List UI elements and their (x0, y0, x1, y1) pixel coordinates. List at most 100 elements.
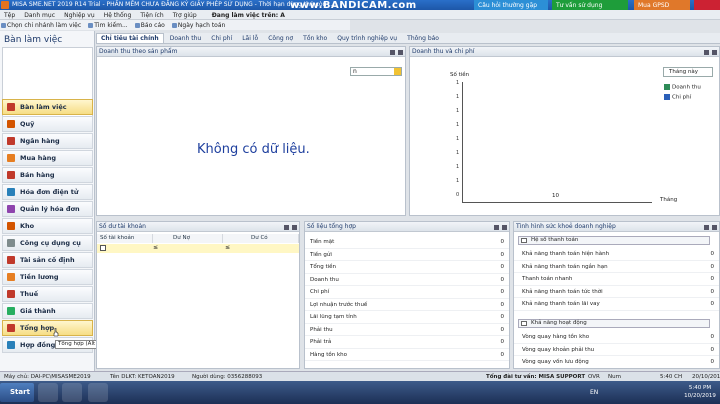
sidebar-item-bank[interactable]: Ngân hàng (2, 133, 93, 149)
row-label: Vòng quay vốn lưu động (522, 359, 589, 365)
tab-financial-indicators[interactable]: Chỉ tiêu tài chính (96, 33, 164, 43)
summary-row: Doanh thu 0 (305, 275, 509, 286)
tab-notifications[interactable]: Thông báo (403, 34, 443, 43)
choose-branch-button[interactable]: Chọn chi nhánh làm việc (0, 21, 85, 30)
section-payment-ratio[interactable]: Hệ số thanh toán (518, 236, 710, 245)
status-database: Tên DLKT: KETOAN2019 (110, 374, 175, 380)
restore-icon[interactable] (390, 50, 395, 55)
sidebar-item-label: Công cụ dụng cụ (20, 239, 81, 247)
tab-inventory[interactable]: Tồn kho (299, 34, 331, 43)
row-value: 0 (500, 314, 505, 320)
sidebar-item-label: Tổng hợp (20, 324, 55, 332)
collapse-icon[interactable] (521, 321, 527, 326)
taskbar-app-misa-icon[interactable] (38, 383, 58, 402)
status-date: 20/10/201 (692, 374, 720, 380)
tab-revenue[interactable]: Doanh thu (166, 34, 205, 43)
sidebar-item-invoice-mgmt[interactable]: Quản lý hóa đơn (2, 201, 93, 217)
taskbar-app-recorder-icon[interactable] (88, 383, 108, 402)
taskbar-app-chrome-icon[interactable] (62, 383, 82, 402)
restore-icon[interactable] (284, 225, 289, 230)
sidebar-item-payroll[interactable]: Tiền lương (2, 269, 93, 285)
calendar-icon (171, 23, 177, 28)
x-axis (462, 202, 652, 203)
sidebar-item-tools[interactable]: Công cụ dụng cụ (2, 235, 93, 251)
filter-row[interactable]: ≤ ≤ (97, 244, 299, 253)
close-icon[interactable] (502, 225, 507, 230)
start-button[interactable]: Start (0, 383, 34, 402)
posting-date-button[interactable]: Ngày hạch toán (171, 21, 229, 30)
row-value: 0 (500, 239, 505, 245)
summary-figures-panel: Số liệu tổng hợp Tiền mặt 0 Tiền gửi 0 Tổn… (304, 221, 510, 369)
language-indicator[interactable]: EN (590, 389, 598, 396)
legend-label: Doanh thu (672, 84, 701, 91)
panel-header: Số dư tài khoản (97, 222, 299, 232)
sidebar-item-sales[interactable]: Bán hàng (2, 167, 93, 183)
sidebar-item-summary[interactable]: Tổng hợp (2, 320, 93, 336)
col-credit[interactable]: Dư Có (223, 234, 299, 243)
close-icon[interactable] (292, 225, 297, 230)
menu-file[interactable]: Tệp (0, 11, 18, 19)
col-account[interactable]: Số tài khoản (97, 234, 153, 243)
menu-utilities[interactable]: Tiện ích (136, 11, 166, 19)
tab-debt[interactable]: Công nợ (264, 34, 297, 43)
restore-icon[interactable] (704, 225, 709, 230)
row-value: 0 (500, 351, 505, 358)
close-window-icon[interactable] (694, 0, 720, 10)
cost-icon (7, 307, 15, 315)
panel-title: Số dư tài khoản (99, 223, 146, 230)
tab-expense[interactable]: Chi phí (207, 34, 236, 43)
menu-catalog[interactable]: Danh mục (20, 11, 58, 19)
row-label: Khả năng thanh toán tức thời (522, 288, 603, 295)
menu-operations[interactable]: Nghiệp vụ (60, 11, 98, 19)
sidebar-item-desktop[interactable]: Bàn làm việc (2, 99, 93, 115)
tab-workflow[interactable]: Quy trình nghiệp vụ (333, 34, 401, 43)
y-tick: 1 (456, 164, 460, 170)
sidebar-item-purchase[interactable]: Mua hàng (2, 150, 93, 166)
close-icon[interactable] (712, 50, 717, 55)
posting-date-label: Ngày hạch toán (177, 22, 226, 29)
row-label: Thanh toán nhanh (522, 276, 573, 282)
restore-icon[interactable] (704, 50, 709, 55)
summary-row: Lãi lũng tạm tính 0 (305, 312, 509, 324)
y-tick: 0 (456, 192, 460, 198)
payroll-icon (7, 273, 15, 281)
sidebar-item-warehouse[interactable]: Kho (2, 218, 93, 234)
section-activity[interactable]: Khả năng hoạt động (518, 319, 710, 328)
summary-row: Tiền mặt 0 (305, 237, 509, 249)
health-row: Khả năng thanh toán ngắn hạn 0 (514, 262, 719, 273)
col-debit[interactable]: Dư Nợ (153, 234, 223, 243)
tools-icon (7, 239, 15, 247)
product-combo[interactable]: n (350, 67, 402, 76)
menu-help[interactable]: Trợ giúp (169, 11, 200, 19)
tab-profit-loss[interactable]: Lãi lỗ (238, 34, 262, 43)
row-value: 0 (710, 251, 715, 257)
menu-system[interactable]: Hệ thống (100, 11, 135, 19)
sidebar-item-fixed-assets[interactable]: Tài sản cố định (2, 252, 93, 268)
close-icon[interactable] (398, 50, 403, 55)
panel-header: Doanh thu theo sản phẩm (97, 47, 405, 57)
sidebar-item-e-invoice[interactable]: Hóa đơn điện tử (2, 184, 93, 200)
sidebar-item-cash[interactable]: Quỹ (2, 116, 93, 132)
collapse-icon[interactable] (521, 238, 527, 243)
sidebar-item-cost[interactable]: Giá thành (2, 303, 93, 319)
search-label: Tìm kiếm... (94, 22, 128, 29)
credit-filter[interactable]: ≤ (225, 244, 230, 251)
period-combo[interactable]: Tháng này (663, 67, 713, 77)
chevron-down-icon[interactable] (394, 68, 401, 75)
sidebar-item-tax[interactable]: Thuế (2, 286, 93, 302)
status-time: 5:40 CH (660, 374, 683, 380)
sidebar-item-label: Quỹ (20, 120, 35, 128)
search-button[interactable]: Tìm kiếm... (87, 21, 131, 30)
sidebar-item-label: Mua hàng (20, 154, 57, 162)
legend-expense: Chi phí (664, 94, 691, 101)
account-balance-panel: Số dư tài khoản Số tài khoản Dư Nợ Dư Có… (96, 221, 300, 369)
choose-branch-label: Chọn chi nhánh làm việc (7, 22, 82, 29)
system-clock[interactable]: 5:40 PM 10/20/2019 (680, 384, 720, 400)
restore-icon[interactable] (494, 225, 499, 230)
summary-row: Tiền gửi 0 (305, 250, 509, 261)
row-label: Doanh thu (310, 276, 339, 283)
close-icon[interactable] (712, 225, 717, 230)
report-button[interactable]: Báo cáo (134, 21, 169, 30)
debit-filter[interactable]: ≤ (153, 244, 158, 251)
sidebar-item-label: Tài sản cố định (20, 256, 75, 264)
